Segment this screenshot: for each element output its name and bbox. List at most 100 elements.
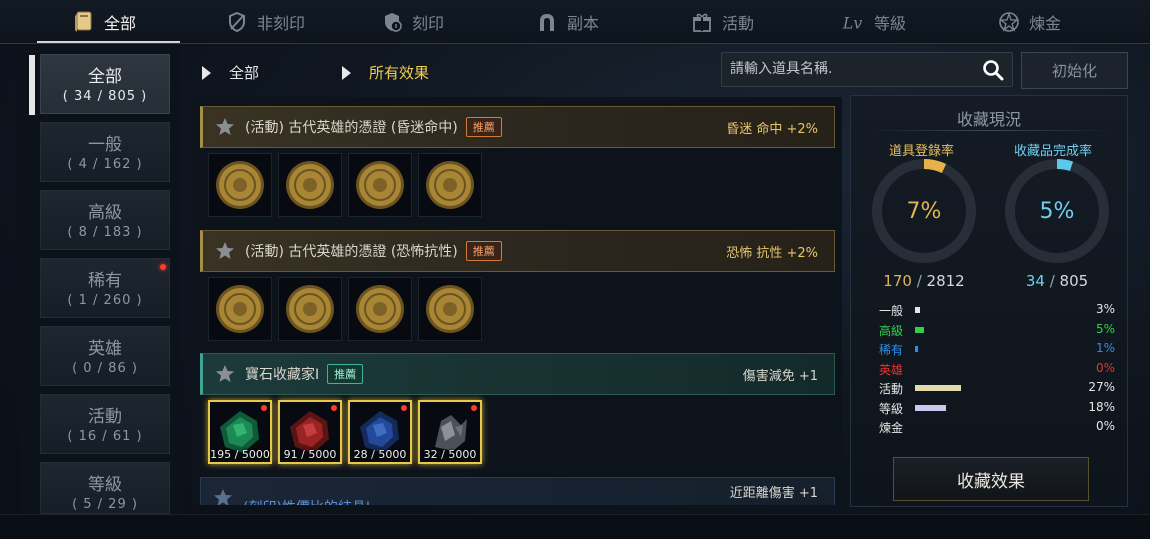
- grade-name: 稀有: [879, 343, 904, 357]
- registration-total: 2812: [926, 272, 965, 290]
- reset-button[interactable]: 初始化: [1021, 52, 1128, 89]
- sidebar-item-label: 一般: [88, 135, 122, 155]
- registration-owned: 170: [883, 272, 912, 290]
- sidebar-item-event[interactable]: 活動 ( 16 / 61 ): [40, 394, 170, 454]
- sidebar-item-count: ( 34 / 805 ): [62, 89, 148, 104]
- tab-dungeon[interactable]: 副本: [535, 0, 599, 44]
- item-slot[interactable]: [278, 153, 342, 217]
- tab-label: 等級: [874, 14, 907, 33]
- category-filter-dropdown[interactable]: 全部: [202, 62, 259, 83]
- ancient-coin-icon: [216, 285, 264, 333]
- set-name: 寶石收藏家I: [245, 367, 320, 383]
- item-slot[interactable]: [348, 277, 412, 341]
- grade-row: 活動 27%: [879, 378, 1115, 398]
- grade-name: 煉金: [879, 421, 904, 435]
- effect-filter-dropdown[interactable]: 所有效果: [342, 62, 429, 83]
- item-slot[interactable]: [418, 277, 482, 341]
- play-arrow-icon: [342, 65, 351, 80]
- recommended-badge: 推薦: [465, 117, 502, 137]
- registration-count: 170 / 2812: [883, 272, 965, 290]
- sidebar-item-count: ( 8 / 183 ): [67, 225, 143, 240]
- grade-percent: 0%: [1095, 360, 1115, 375]
- title-divider: [867, 130, 1113, 131]
- grade-percent: 27%: [1088, 380, 1115, 394]
- grade-bar: [915, 326, 924, 333]
- level-icon: Lv: [842, 10, 866, 34]
- tab-label: 副本: [567, 14, 600, 33]
- collection-status-panel: 收藏現況 道具登錄率 收藏品完成率 7% 5% 170 / 2812 34 / …: [850, 95, 1128, 507]
- sidebar-item-common[interactable]: 一般 ( 4 / 162 ): [40, 122, 170, 182]
- tab-event[interactable]: 活動: [690, 0, 754, 44]
- grade-name: 高級: [879, 323, 904, 338]
- item-progress: 195 / 5000: [210, 448, 270, 461]
- new-notification-dot: [160, 264, 166, 270]
- favorite-star-icon[interactable]: [213, 488, 233, 505]
- grade-sidebar: 全部 ( 34 / 805 ) 一般 ( 4 / 162 ) 高級 ( 8 / …: [20, 44, 180, 514]
- tab-engraved[interactable]: 刻印: [380, 0, 444, 44]
- item-slot[interactable]: 91 / 5000: [278, 400, 342, 464]
- panel-title: 收藏現況: [956, 110, 1021, 129]
- favorite-star-icon[interactable]: [215, 364, 235, 384]
- grade-name: 活動: [879, 382, 904, 396]
- completion-owned: 34: [1025, 272, 1045, 290]
- favorite-star-icon[interactable]: [215, 117, 235, 137]
- ancient-coin-icon: [426, 161, 474, 209]
- sidebar-item-count: ( 1 / 260 ): [67, 293, 143, 308]
- set-effect: 傷害減免 +1: [742, 368, 818, 384]
- play-arrow-icon: [202, 65, 211, 80]
- collection-effect-button[interactable]: 收藏效果: [893, 457, 1089, 501]
- grade-name: 英雄: [879, 362, 904, 377]
- sidebar-item-label: 等級: [88, 475, 122, 495]
- collection-list: (活動) 古代英雄的憑證 (昏迷命中) 推薦 昏迷 命中 +2% (活動) 古代…: [192, 97, 842, 505]
- registration-percent: 7%: [907, 199, 942, 224]
- sidebar-item-advanced[interactable]: 高級 ( 8 / 183 ): [40, 190, 170, 250]
- completion-percent: 5%: [1040, 199, 1075, 224]
- sidebar-item-count: ( 5 / 29 ): [72, 497, 138, 512]
- item-slot[interactable]: 32 / 5000: [418, 400, 482, 464]
- sidebar-item-all[interactable]: 全部 ( 34 / 805 ): [29, 54, 170, 115]
- collection-set-header[interactable]: 寶石收藏家I 推薦 傷害減免 +1: [200, 353, 835, 395]
- item-slot[interactable]: [348, 153, 412, 217]
- new-notification-dot: [261, 405, 267, 411]
- sidebar-item-level[interactable]: 等級 ( 5 / 29 ): [40, 462, 170, 514]
- item-slot[interactable]: 28 / 5000: [348, 400, 412, 464]
- item-slot[interactable]: [208, 153, 272, 217]
- set-effect: 恐怖 抗性 +2%: [726, 245, 818, 261]
- collection-set-header[interactable]: (活動) 古代英雄的憑證 (恐怖抗性) 推薦 恐怖 抗性 +2%: [200, 230, 835, 272]
- set-item-row: [208, 277, 482, 341]
- sidebar-item-label: 全部: [88, 67, 122, 87]
- tab-non-engraved[interactable]: 非刻印: [225, 0, 305, 44]
- book-icon: [72, 10, 96, 34]
- grade-percent: 0%: [1095, 419, 1115, 433]
- set-name: (活動) 古代英雄的憑證 (恐怖抗性): [245, 244, 458, 260]
- collection-set-header[interactable]: (活動) 古代英雄的憑證 (昏迷命中) 推薦 昏迷 命中 +2%: [200, 106, 835, 148]
- item-slot[interactable]: [278, 277, 342, 341]
- grade-breakdown: 一般 3% 高級 5% 稀有 1% 英雄 0% 活動 27% 等級 18% 煉金…: [879, 300, 1115, 437]
- collection-set-header[interactable]: (刻印)性價比的結晶I 近距離傷害 +1: [200, 477, 835, 505]
- item-slot[interactable]: [208, 277, 272, 341]
- tab-label: 全部: [104, 14, 137, 33]
- tab-level[interactable]: Lv 等級: [842, 0, 906, 44]
- ancient-coin-icon: [216, 161, 264, 209]
- grade-bar: [915, 404, 946, 411]
- item-search-box: [721, 52, 1013, 87]
- shield-info-icon: [380, 10, 404, 34]
- sidebar-item-rare[interactable]: 稀有 ( 1 / 260 ): [40, 258, 170, 318]
- set-item-row: 195 / 5000 91 / 5000 28 / 5000 32 / 5000: [208, 400, 482, 464]
- active-tab-underline: [37, 41, 180, 43]
- sidebar-item-hero[interactable]: 英雄 ( 0 / 86 ): [40, 326, 170, 386]
- tab-all[interactable]: 全部: [72, 0, 136, 44]
- tab-alchemy[interactable]: 煉金: [997, 0, 1061, 44]
- grade-row: 英雄 0%: [879, 359, 1115, 379]
- search-icon[interactable]: [982, 59, 1004, 81]
- recommended-badge: 推薦: [465, 241, 502, 261]
- item-slot[interactable]: 195 / 5000: [208, 400, 272, 464]
- tab-label: 非刻印: [257, 14, 306, 33]
- search-input[interactable]: [730, 61, 970, 77]
- ancient-coin-icon: [286, 285, 334, 333]
- ancient-coin-icon: [356, 161, 404, 209]
- item-slot[interactable]: [418, 153, 482, 217]
- favorite-star-icon[interactable]: [215, 241, 235, 261]
- alchemy-icon: [997, 10, 1021, 34]
- grade-name: 等級: [879, 401, 904, 416]
